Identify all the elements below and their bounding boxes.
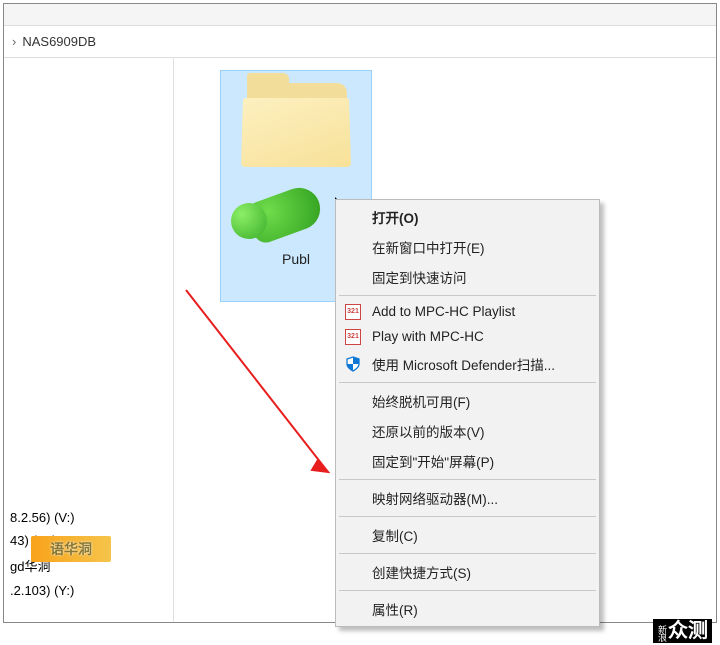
publisher-small: 新浪 bbox=[657, 625, 666, 641]
menu-item[interactable]: 复制(C) bbox=[338, 520, 597, 550]
nav-drive-item[interactable]: .2.103) (Y:) bbox=[6, 579, 173, 602]
menu-item[interactable]: 始终脱机可用(F) bbox=[338, 386, 597, 416]
breadcrumb-chevron-icon: › bbox=[12, 34, 16, 49]
folder-overlay-icon bbox=[231, 175, 351, 245]
menu-item-label: Play with MPC-HC bbox=[372, 329, 484, 344]
menu-item-label: 还原以前的版本(V) bbox=[372, 421, 485, 441]
ribbon-strip bbox=[4, 4, 716, 26]
address-location[interactable]: NAS6909DB bbox=[22, 34, 96, 49]
folder-label: Publ bbox=[282, 251, 310, 267]
menu-separator bbox=[339, 553, 596, 554]
menu-item[interactable]: 在新窗口中打开(E) bbox=[338, 232, 597, 262]
menu-separator bbox=[339, 295, 596, 296]
menu-item[interactable]: 固定到快速访问 bbox=[338, 262, 597, 292]
publisher-logo: 新浪 众测 bbox=[653, 619, 712, 643]
watermark-badge: 语华洞 bbox=[31, 536, 111, 562]
menu-item[interactable]: 属性(R) bbox=[338, 594, 597, 624]
menu-separator bbox=[339, 590, 596, 591]
nav-drive-item[interactable]: 8.2.56) (V:) bbox=[6, 506, 173, 529]
menu-item[interactable]: 使用 Microsoft Defender扫描... bbox=[338, 349, 597, 379]
defender-shield-icon bbox=[344, 355, 362, 373]
navigation-panel[interactable]: 8.2.56) (V:)43) (W:)gd华洞.2.103) (Y:) 语华洞 bbox=[4, 58, 174, 622]
menu-item[interactable]: 打开(O) bbox=[338, 202, 597, 232]
menu-item-label: 映射网络驱动器(M)... bbox=[372, 488, 498, 508]
menu-item-label: 复制(C) bbox=[372, 525, 418, 545]
publisher-big: 众测 bbox=[668, 621, 708, 641]
menu-item-label: 固定到快速访问 bbox=[372, 267, 467, 287]
folder-icon bbox=[241, 83, 351, 173]
menu-item[interactable]: 还原以前的版本(V) bbox=[338, 416, 597, 446]
menu-separator bbox=[339, 516, 596, 517]
menu-item[interactable]: 固定到"开始"屏幕(P) bbox=[338, 446, 597, 476]
menu-item-label: 使用 Microsoft Defender扫描... bbox=[372, 354, 555, 374]
context-menu: 打开(O) 在新窗口中打开(E) 固定到快速访问 321 Add to MPC-HC P… bbox=[335, 199, 600, 627]
menu-separator bbox=[339, 382, 596, 383]
address-bar[interactable]: › NAS6909DB bbox=[4, 26, 716, 58]
mpc-hc-icon: 321 bbox=[344, 328, 362, 346]
menu-item-label: 固定到"开始"屏幕(P) bbox=[372, 451, 494, 471]
menu-item[interactable]: 321 Add to MPC-HC Playlist bbox=[338, 299, 597, 324]
mpc-hc-icon: 321 bbox=[344, 303, 362, 321]
menu-item-label: 打开(O) bbox=[372, 207, 419, 227]
menu-item-label: 创建快捷方式(S) bbox=[372, 562, 471, 582]
menu-item-label: 在新窗口中打开(E) bbox=[372, 237, 485, 257]
menu-item[interactable]: 映射网络驱动器(M)... bbox=[338, 483, 597, 513]
menu-item-label: Add to MPC-HC Playlist bbox=[372, 304, 515, 319]
menu-item[interactable]: 321 Play with MPC-HC bbox=[338, 324, 597, 349]
menu-item-label: 始终脱机可用(F) bbox=[372, 391, 470, 411]
menu-item[interactable]: 创建快捷方式(S) bbox=[338, 557, 597, 587]
menu-separator bbox=[339, 479, 596, 480]
menu-item-label: 属性(R) bbox=[372, 599, 418, 619]
